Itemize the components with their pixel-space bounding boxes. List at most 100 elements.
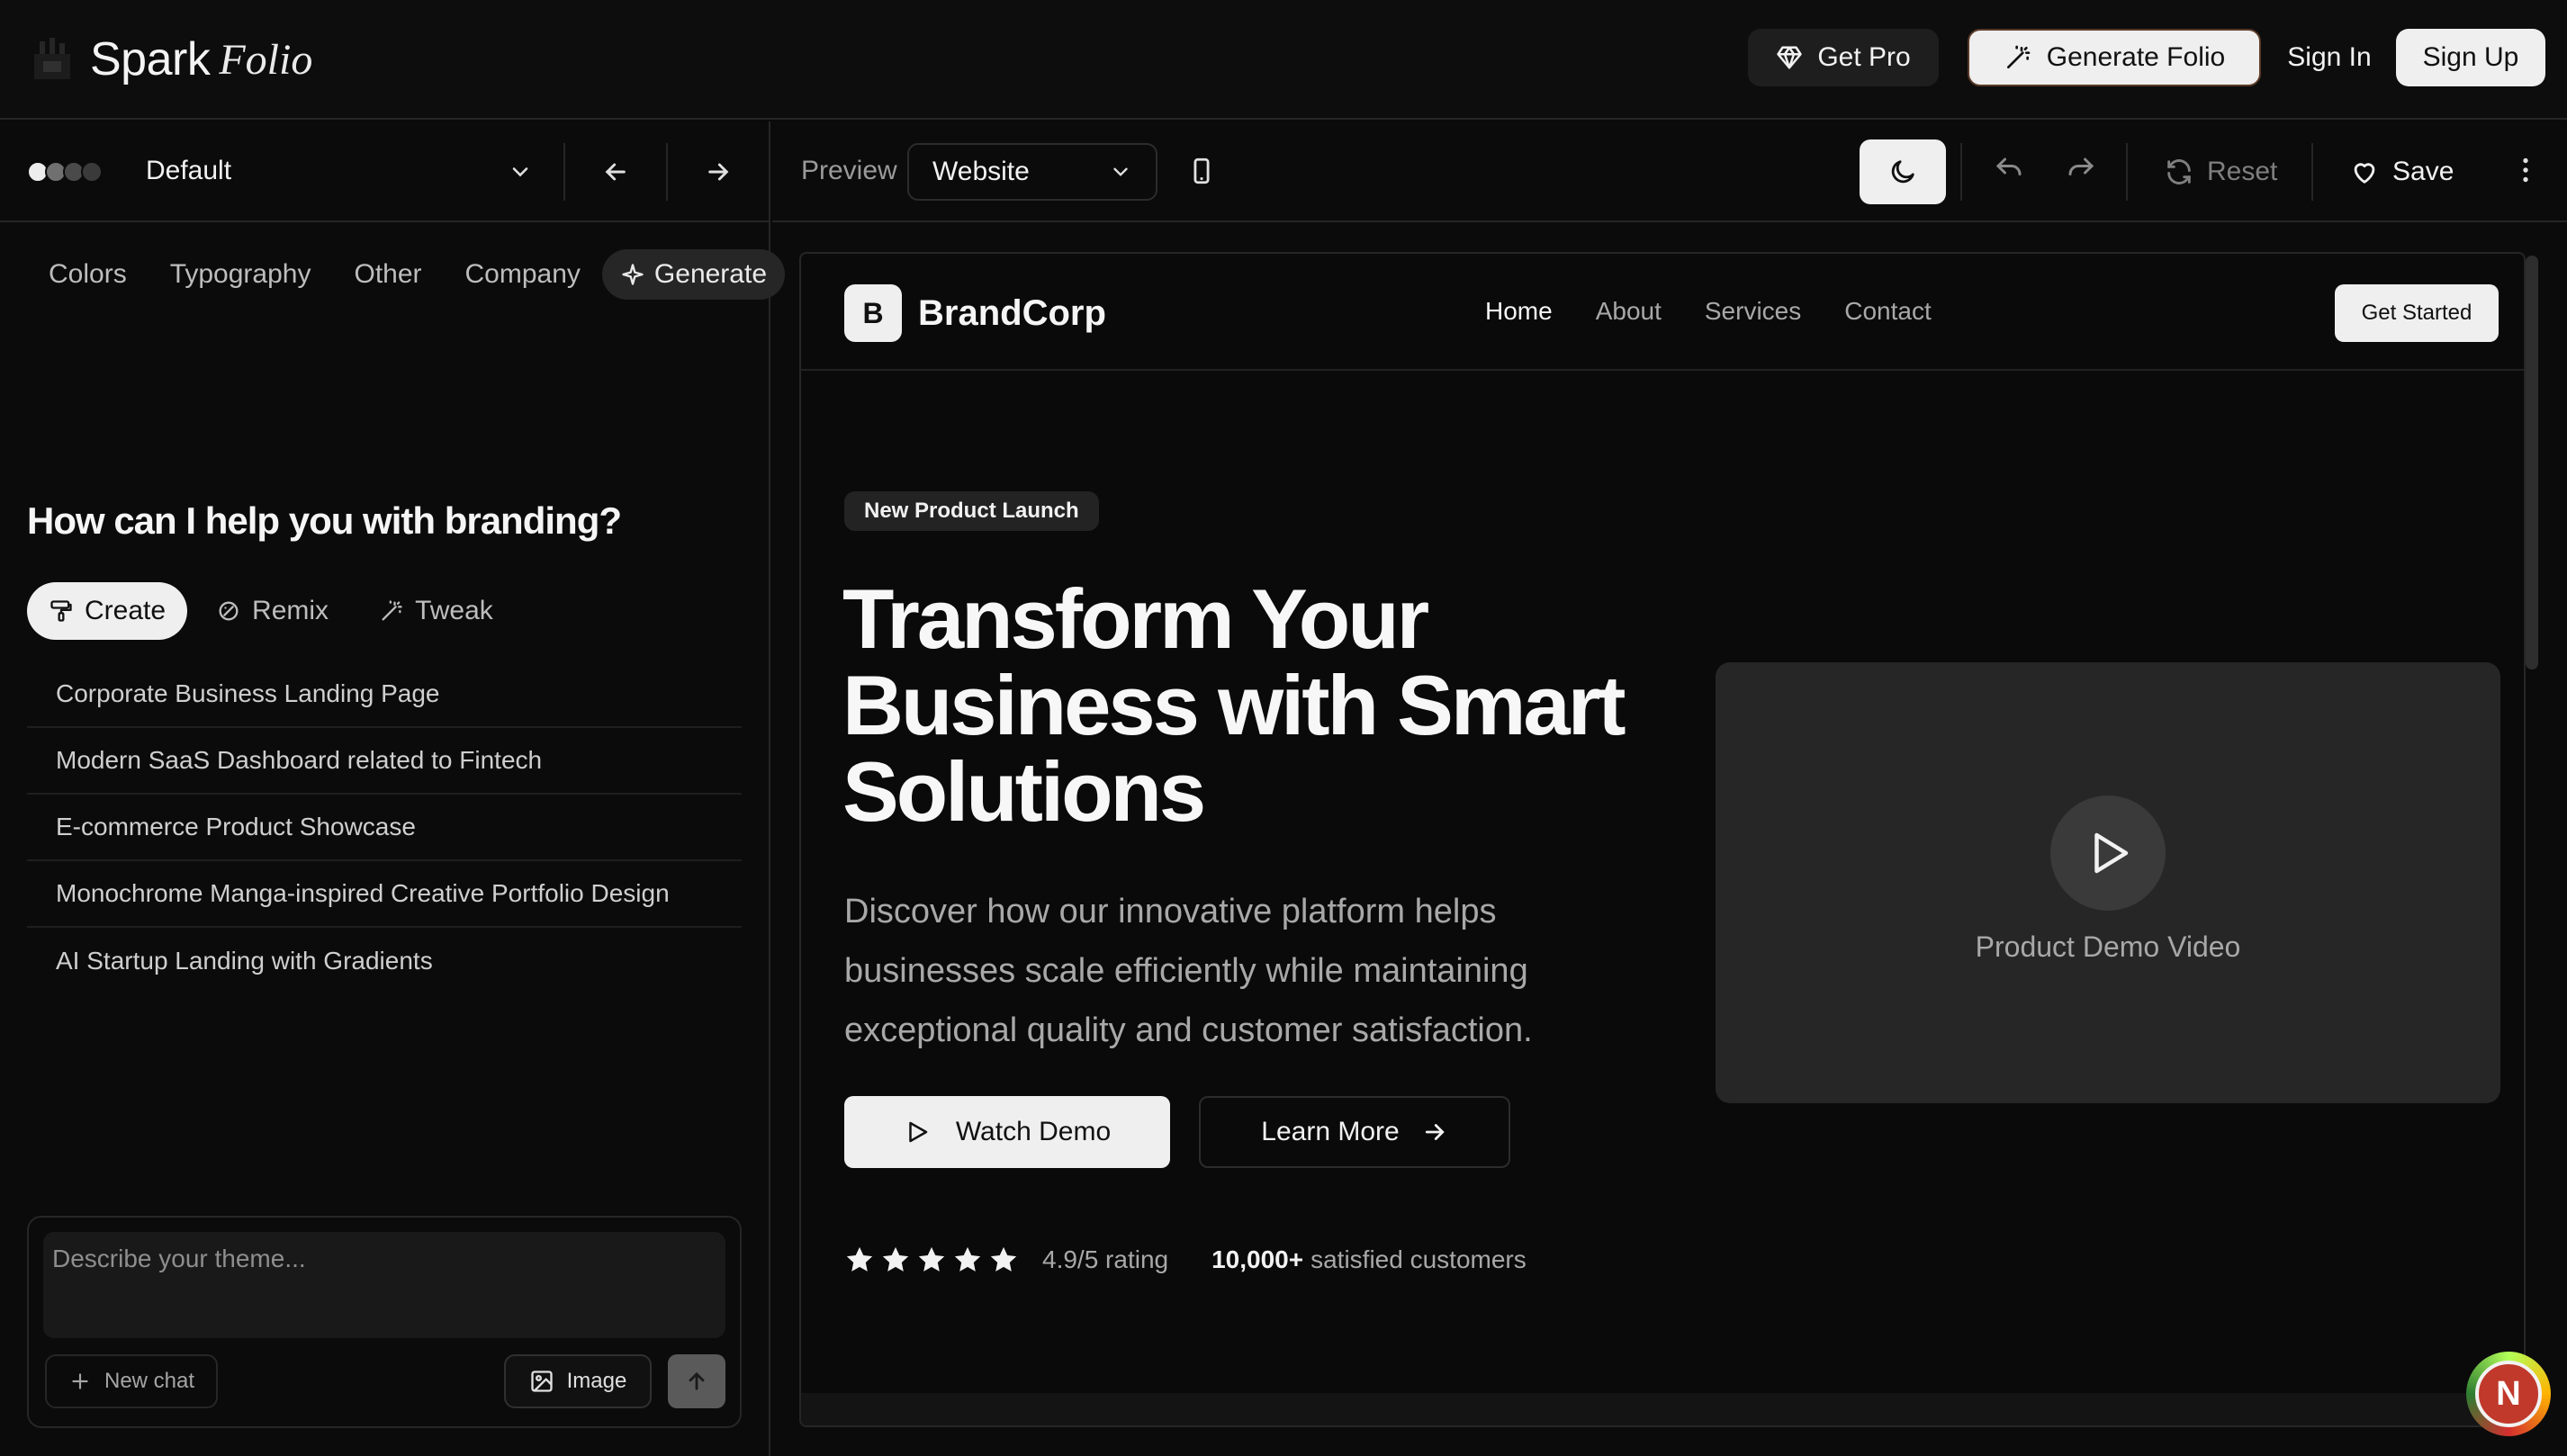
image-upload-button[interactable]: Image <box>504 1354 652 1408</box>
plus-icon <box>72 1373 88 1389</box>
magic-wand-icon <box>2006 45 2031 68</box>
dark-mode-toggle[interactable] <box>1860 139 1946 204</box>
arrow-left-icon[interactable] <box>601 157 630 186</box>
mobile-device-icon[interactable] <box>1186 156 1217 186</box>
tab-typography[interactable]: Typography <box>149 249 333 300</box>
get-pro-button[interactable]: Get Pro <box>1748 29 1939 86</box>
user-avatar[interactable]: N <box>2466 1352 2551 1436</box>
app-logo[interactable]: Spark Folio <box>27 23 312 95</box>
redo-icon[interactable] <box>2065 154 2097 186</box>
launch-badge: New Product Launch <box>844 491 1099 531</box>
nav-link-contact[interactable]: Contact <box>1844 297 1932 326</box>
watch-demo-button[interactable]: Watch Demo <box>844 1096 1170 1168</box>
generate-folio-button[interactable]: Generate Folio <box>1968 29 2261 86</box>
settings-tabs: Colors Typography Other Company Generate <box>27 247 786 301</box>
chevron-down-icon[interactable] <box>508 159 533 184</box>
generate-folio-label: Generate Folio <box>2046 42 2226 72</box>
suggestion-item[interactable]: Monochrome Manga-inspired Creative Portf… <box>27 861 742 928</box>
preview-scrollbar[interactable] <box>2526 256 2538 670</box>
nav-link-services[interactable]: Services <box>1705 297 1801 326</box>
theme-prompt-input[interactable] <box>43 1232 725 1338</box>
tab-other[interactable]: Other <box>332 249 443 300</box>
learn-more-button[interactable]: Learn More <box>1199 1096 1510 1168</box>
image-icon <box>530 1371 553 1392</box>
star-icon <box>954 1246 981 1272</box>
next-section-edge <box>801 1393 2524 1425</box>
theme-name[interactable]: Default <box>146 156 231 186</box>
watch-demo-label: Watch Demo <box>955 1117 1112 1146</box>
website-preview: B BrandCorp Home About Services Contact … <box>799 252 2526 1427</box>
user-initial: N <box>2475 1361 2542 1427</box>
magic-wand-icon <box>382 600 402 621</box>
suggestion-item[interactable]: E-commerce Product Showcase <box>27 795 742 861</box>
star-rating <box>844 1245 1019 1275</box>
preview-mode-select[interactable]: Website <box>907 143 1157 201</box>
moon-icon <box>1891 160 1914 184</box>
swatch-4 <box>81 161 103 183</box>
video-play-button[interactable] <box>2050 795 2166 911</box>
get-started-button[interactable]: Get Started <box>2335 284 2499 342</box>
nav-link-about[interactable]: About <box>1596 297 1662 326</box>
more-vertical-icon[interactable] <box>2509 154 2542 186</box>
preview-mode-value: Website <box>932 157 1030 186</box>
tab-generate[interactable]: Generate <box>601 249 786 300</box>
paint-roller-icon <box>50 600 72 622</box>
preview-label: Preview <box>801 156 897 185</box>
heart-icon <box>2354 163 2375 184</box>
mode-tweak-label: Tweak <box>415 596 493 625</box>
assistant-modes: Create Remix Tweak <box>27 582 515 640</box>
video-label: Product Demo Video <box>1975 930 2241 963</box>
preview-toolbar: Preview Website Reset Save <box>772 121 2567 222</box>
arrow-right-icon[interactable] <box>704 157 733 186</box>
mode-create[interactable]: Create <box>27 582 188 640</box>
mode-tweak[interactable]: Tweak <box>357 582 515 640</box>
reset-button[interactable]: Reset <box>2164 147 2277 197</box>
brand-logo[interactable]: B <box>844 284 902 342</box>
app-name: Spark <box>90 33 211 85</box>
save-button[interactable]: Save <box>2349 147 2454 197</box>
undo-icon[interactable] <box>1993 154 2025 186</box>
hero-title: Transform Your Business with Smart Solut… <box>842 571 1626 839</box>
suggestion-item[interactable]: Corporate Business Landing Page <box>27 661 742 728</box>
sign-in-button[interactable]: Sign In <box>2270 29 2389 86</box>
suggestion-item[interactable]: Modern SaaS Dashboard related to Fintech <box>27 728 742 795</box>
sparkle-icon <box>622 264 644 285</box>
suggestion-item[interactable]: AI Startup Landing with Gradients <box>27 928 742 994</box>
chat-composer: New chat Image <box>27 1216 742 1428</box>
suggestion-list: Corporate Business Landing Page Modern S… <box>27 661 742 994</box>
divider <box>1960 143 1962 201</box>
top-bar: Spark Folio Get Pro Generate Folio Sign … <box>0 0 2567 120</box>
nav-link-home[interactable]: Home <box>1485 297 1553 326</box>
chevron-down-icon <box>1113 167 1128 176</box>
hero-subtitle: Discover how our innovative platform hel… <box>844 893 1533 1049</box>
star-icon <box>918 1246 945 1272</box>
new-chat-button[interactable]: New chat <box>45 1354 219 1408</box>
customers-count: 10,000+ <box>1211 1245 1304 1273</box>
rating-text: 4.9/5 rating <box>1042 1245 1169 1273</box>
theme-swatches <box>27 161 103 183</box>
star-icon <box>846 1246 873 1272</box>
arrow-up-icon <box>689 1371 705 1390</box>
save-label: Save <box>2392 157 2454 186</box>
tab-company[interactable]: Company <box>444 249 602 300</box>
mode-remix[interactable]: Remix <box>194 582 350 640</box>
new-chat-label: New chat <box>104 1369 195 1393</box>
site-nav-links: Home About Services Contact <box>1485 297 1932 326</box>
play-icon <box>2094 832 2129 874</box>
demo-video[interactable]: Product Demo Video <box>1716 662 2500 1103</box>
star-icon <box>882 1246 909 1272</box>
send-button[interactable] <box>668 1354 725 1408</box>
tab-generate-label: Generate <box>653 259 768 289</box>
site-navbar: B BrandCorp Home About Services Contact … <box>801 254 2524 371</box>
mode-create-label: Create <box>85 596 167 625</box>
play-icon <box>909 1121 928 1143</box>
learn-more-label: Learn More <box>1261 1117 1400 1146</box>
logo-mark-icon <box>34 38 70 79</box>
theme-selector-bar: Default <box>0 121 770 222</box>
sign-up-button[interactable]: Sign Up <box>2396 29 2545 86</box>
customers-label: satisfied customers <box>1311 1245 1527 1273</box>
star-icon <box>990 1246 1017 1272</box>
tab-colors[interactable]: Colors <box>27 249 149 300</box>
remix-icon <box>219 601 239 621</box>
brand-name[interactable]: BrandCorp <box>918 293 1106 334</box>
